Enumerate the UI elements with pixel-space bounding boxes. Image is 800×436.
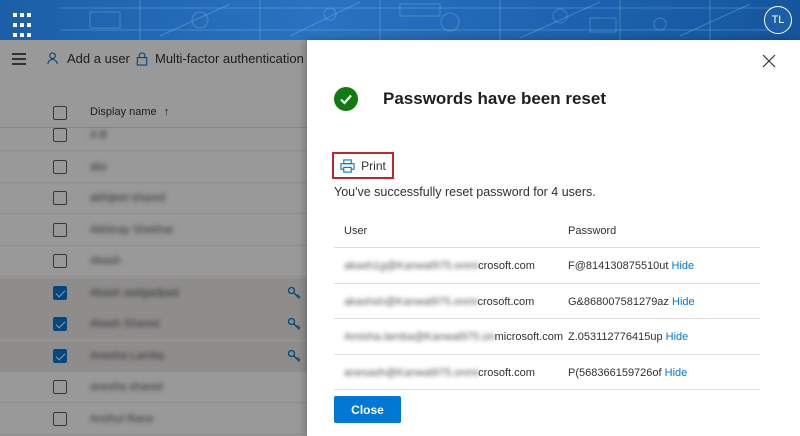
user-email: akashsh@Kanwal975.onmicrosoft.com [344, 296, 534, 308]
hide-password-link[interactable]: Hide [666, 331, 689, 343]
user-email-domain: crosoft.com [478, 260, 535, 272]
user-email: akash1g@Kanwal975.onmicrosoft.com [344, 260, 535, 272]
user-email: Amisha.lamba@Kanwal975.onmicrosoft.com [344, 331, 563, 343]
temporary-password: Z.053112776415up Hide [568, 331, 688, 343]
user-email-redacted: akashsh@Kanwal975.onmi [344, 295, 478, 308]
password-column-header: Password [568, 225, 617, 237]
print-button[interactable]: Print [332, 152, 394, 179]
user-email-redacted: Amisha.lamba@Kanwal975.on [344, 331, 495, 343]
password-value: F@814130875510ut [568, 260, 669, 272]
password-row: akashsh@Kanwal975.onmicrosoft.com G&86800… [334, 284, 760, 319]
avatar[interactable]: TL [764, 6, 792, 34]
success-message: You've successfully reset password for 4… [334, 185, 596, 199]
password-row: anesash@Kanwal975.onmicrosoft.com P(56836… [334, 355, 760, 390]
user-email-domain: crosoft.com [478, 366, 535, 379]
close-button[interactable]: Close [334, 396, 401, 423]
user-column-header: User [344, 225, 368, 237]
user-email-redacted: akash1g@Kanwal975.onmi [344, 260, 479, 272]
password-table: User Password akash1g@Kanwal975.onmicros… [334, 214, 760, 390]
password-value: P(568366159726of [568, 366, 662, 379]
blueprint-background [60, 0, 780, 40]
top-banner: TL [0, 0, 800, 40]
success-check-icon [334, 87, 358, 111]
hide-password-link[interactable]: Hide [665, 367, 688, 379]
hide-password-link[interactable]: Hide [672, 260, 695, 272]
user-email: anesash@Kanwal975.onmicrosoft.com [344, 367, 535, 379]
panel-title: Passwords have been reset [383, 89, 607, 108]
user-email-domain: microsoft.com [494, 331, 564, 343]
hide-password-link[interactable]: Hide [672, 296, 695, 308]
close-icon[interactable] [762, 54, 776, 68]
temporary-password: P(568366159726of Hide [568, 367, 687, 379]
password-table-header: User Password [334, 214, 760, 248]
password-value: Z.053112776415up [568, 331, 663, 343]
printer-icon [340, 158, 355, 173]
app-launcher-icon[interactable] [0, 0, 40, 40]
password-row: Amisha.lamba@Kanwal975.onmicrosoft.com Z.… [334, 319, 760, 355]
print-label: Print [361, 158, 386, 173]
user-email-redacted: anesash@Kanwal975.onmi [344, 366, 479, 379]
temporary-password: G&868007581279az Hide [568, 296, 695, 308]
password-row: akash1g@Kanwal975.onmicrosoft.com F@81413… [334, 248, 760, 284]
user-email-domain: crosoft.com [477, 295, 535, 308]
temporary-password: F@814130875510ut Hide [568, 260, 694, 272]
reset-password-panel: Passwords have been reset Print You've s… [307, 40, 800, 436]
password-value: G&868007581279az [568, 295, 669, 308]
